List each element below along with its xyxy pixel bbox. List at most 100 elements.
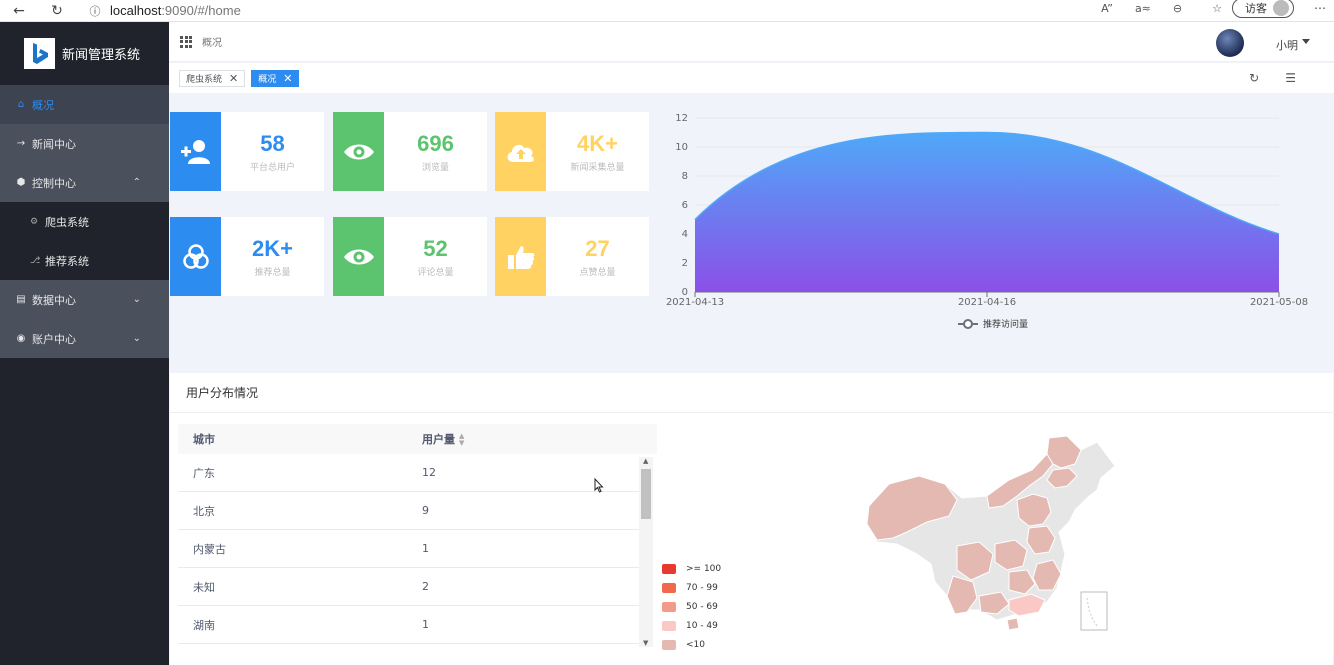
map-legend-item[interactable]: 70 - 99 bbox=[662, 583, 718, 593]
translate-icon[interactable]: a≈ bbox=[1135, 2, 1151, 15]
more-icon[interactable]: ⋯ bbox=[1314, 1, 1326, 15]
mouse-cursor-icon bbox=[594, 478, 604, 493]
table-row: 未知 2 bbox=[178, 568, 640, 606]
menu-grid-icon[interactable] bbox=[180, 35, 192, 48]
column-city: 城市 bbox=[193, 433, 215, 446]
legend-label: 70 - 99 bbox=[686, 583, 718, 593]
settings-sliders-icon[interactable]: ☰ bbox=[1285, 71, 1296, 85]
scroll-up-icon[interactable]: ▲ bbox=[643, 457, 648, 465]
stat-value: 52 bbox=[423, 235, 448, 261]
url-bar[interactable]: localhost:9090/#/home bbox=[110, 3, 241, 18]
sidebar-item-account-center[interactable]: ◉ 账户中心 ⌄ bbox=[0, 319, 169, 358]
visits-chart: 0 2 4 6 8 10 12 2021-04-13 2021-04-16 2021-05-08 推… bbox=[655, 105, 1320, 340]
y-tick-label: 2 bbox=[682, 258, 688, 269]
panel-title: 用户分布情况 bbox=[170, 373, 1333, 413]
map-legend-item[interactable]: 10 - 49 bbox=[662, 621, 718, 631]
table-scrollbar[interactable]: ▲ ▼ bbox=[639, 457, 653, 647]
refresh-icon[interactable]: ↻ bbox=[1249, 71, 1259, 85]
logo-icon bbox=[24, 38, 55, 69]
sidebar-item-label: 概况 bbox=[32, 98, 54, 112]
profile-label: 访客 bbox=[1245, 2, 1267, 15]
cell-users: 2 bbox=[422, 580, 429, 593]
y-tick-label: 12 bbox=[675, 113, 688, 124]
sidebar-item-label: 账户中心 bbox=[32, 332, 76, 346]
x-tick-label: 2021-04-13 bbox=[666, 297, 724, 308]
legend-swatch bbox=[662, 640, 676, 650]
stat-label: 点赞总量 bbox=[579, 267, 616, 278]
sidebar-item-crawler[interactable]: ⚙ 爬虫系统 bbox=[0, 202, 169, 241]
breadcrumb: 概况 bbox=[202, 38, 222, 49]
reload-icon[interactable]: ↻ bbox=[46, 0, 68, 22]
sort-icon[interactable]: ▲ ▼ bbox=[459, 433, 464, 447]
stat-card-recommend: 2K+ 推荐总量 bbox=[170, 217, 324, 296]
info-icon[interactable]: ⓘ bbox=[84, 0, 106, 22]
url-path: :9090/#/home bbox=[161, 3, 241, 18]
sidebar-item-recommend[interactable]: ⎇ 推荐系统 bbox=[0, 241, 169, 280]
sidebar-item-label: 新闻中心 bbox=[32, 137, 76, 151]
column-users[interactable]: 用户量 ▲ ▼ bbox=[408, 431, 464, 447]
table-row: 北京 9 bbox=[178, 492, 640, 530]
browser-toolbar: ← ↻ ⓘ localhost:9090/#/home A” a≈ ⊖ ☆ 访客… bbox=[0, 0, 1334, 22]
eye-icon bbox=[333, 217, 384, 296]
map-legend-item[interactable]: 50 - 69 bbox=[662, 602, 718, 612]
spider-icon: ⚙ bbox=[30, 216, 39, 227]
sidebar-item-overview[interactable]: ⌂ 概况 bbox=[0, 85, 169, 124]
scroll-down-icon[interactable]: ▼ bbox=[643, 639, 648, 647]
map-legend-item[interactable]: >= 100 bbox=[662, 564, 721, 574]
cell-users: 1 bbox=[422, 542, 429, 555]
cloud-upload-icon bbox=[495, 112, 546, 191]
chevron-down-icon: ⌄ bbox=[132, 294, 141, 305]
cell-users: 1 bbox=[422, 618, 429, 631]
cell-city: 湖南 bbox=[193, 618, 215, 632]
tag-crawler[interactable]: 爬虫系统 ✕ bbox=[179, 69, 246, 87]
user-circle-icon: ◉ bbox=[16, 333, 26, 344]
database-icon: ▤ bbox=[16, 294, 26, 305]
user-name[interactable]: 小明 bbox=[1276, 37, 1298, 53]
table-header: 城市 用户量 ▲ ▼ bbox=[178, 424, 664, 454]
close-icon[interactable]: ✕ bbox=[229, 72, 238, 85]
south-china-sea-inset bbox=[1080, 591, 1108, 631]
close-icon[interactable]: ✕ bbox=[283, 72, 292, 85]
legend-label: 推荐访问量 bbox=[983, 318, 1028, 330]
cell-city: 内蒙古 bbox=[193, 542, 226, 556]
stat-card-likes: 27 点赞总量 bbox=[495, 217, 649, 296]
stat-label: 推荐总量 bbox=[254, 267, 291, 278]
legend-label: 10 - 49 bbox=[686, 621, 718, 631]
legend-marker-icon bbox=[963, 319, 973, 329]
sidebar-item-control-center[interactable]: ⬢ 控制中心 ⌃ bbox=[0, 163, 169, 202]
chevron-up-icon: ⌃ bbox=[132, 177, 141, 188]
sidebar-item-label: 爬虫系统 bbox=[45, 215, 89, 229]
x-tick-label: 2021-04-16 bbox=[958, 297, 1016, 308]
tag-label: 爬虫系统 bbox=[186, 74, 223, 85]
cell-users: 12 bbox=[422, 466, 436, 479]
sidebar: 新闻管理系统 ⌂ 概况 → 新闻中心 ⬢ 控制中心 ⌃ ⚙ 爬虫系统 ⎇ 推荐系… bbox=[0, 22, 169, 665]
table-row: 内蒙古 1 bbox=[178, 530, 640, 568]
stat-card-news-collected: 4K+ 新闻采集总量 bbox=[495, 112, 649, 191]
stat-value: 4K+ bbox=[577, 130, 618, 156]
url-host: localhost bbox=[110, 3, 162, 18]
stat-label: 评论总量 bbox=[417, 267, 454, 278]
branch-icon: ⎇ bbox=[30, 255, 41, 266]
back-icon[interactable]: ← bbox=[8, 0, 30, 22]
sidebar-item-news-center[interactable]: → 新闻中心 bbox=[0, 124, 169, 163]
caret-down-icon[interactable] bbox=[1302, 39, 1310, 44]
x-tick-label: 2021-05-08 bbox=[1250, 297, 1308, 308]
user-avatar[interactable] bbox=[1216, 29, 1244, 57]
scrollbar-thumb[interactable] bbox=[641, 469, 651, 519]
tag-overview[interactable]: 概况 ✕ bbox=[251, 69, 300, 87]
stat-label: 平台总用户 bbox=[249, 162, 295, 173]
read-aloud-icon[interactable]: A” bbox=[1101, 2, 1113, 15]
eye-icon bbox=[333, 112, 384, 191]
profile-button[interactable]: 访客 bbox=[1232, 0, 1294, 18]
legend-label: >= 100 bbox=[686, 564, 722, 574]
stat-card-comments: 52 评论总量 bbox=[333, 217, 487, 296]
thumbs-up-icon bbox=[495, 217, 546, 296]
zoom-icon[interactable]: ⊖ bbox=[1173, 2, 1182, 15]
sidebar-item-data-center[interactable]: ▤ 数据中心 ⌄ bbox=[0, 280, 169, 319]
map-legend-item[interactable]: <10 bbox=[662, 640, 705, 650]
favorites-icon[interactable]: ☆ bbox=[1212, 2, 1222, 15]
legend-label: 50 - 69 bbox=[686, 602, 718, 612]
home-icon: ⌂ bbox=[17, 99, 25, 110]
cell-users: 9 bbox=[422, 504, 429, 517]
legend-swatch bbox=[662, 583, 676, 593]
